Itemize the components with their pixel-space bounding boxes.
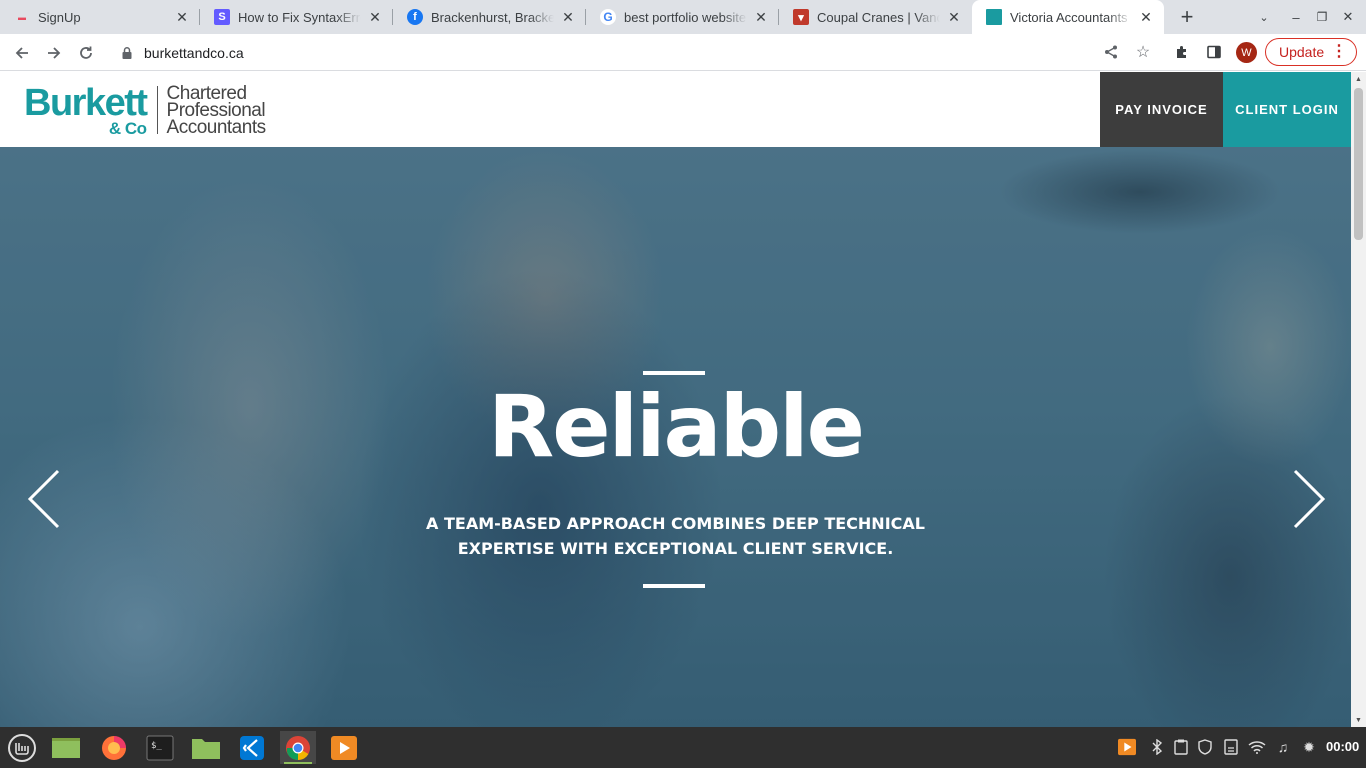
tab-signup[interactable]: ▬ SignUp ✕ (0, 0, 200, 34)
side-panel-icon[interactable] (1204, 42, 1224, 62)
reload-icon[interactable] (74, 41, 98, 65)
logo-tagline: Chartered Professional Accountants (166, 82, 267, 138)
bookmark-star-icon[interactable]: ☆ (1133, 42, 1153, 62)
hero-subtitle: A TEAM-BASED APPROACH COMBINES DEEP TECH… (400, 511, 951, 561)
active-app-indicator (284, 762, 312, 764)
update-button[interactable]: Update ⋮ (1265, 38, 1357, 66)
terminal-icon[interactable]: $_ (142, 731, 178, 764)
facebook-favicon-icon: f (407, 9, 423, 25)
sound-icon[interactable]: ♫ (1274, 738, 1292, 756)
back-arrow-icon[interactable] (10, 41, 34, 65)
media-player-icon[interactable] (326, 731, 362, 764)
scrollbar-thumb[interactable] (1354, 88, 1363, 240)
tab-title: SignUp (38, 9, 81, 25)
tab-title: best portfolio website (624, 9, 747, 25)
hero-subtitle-line: A TEAM-BASED APPROACH COMBINES DEEP TECH… (426, 514, 925, 533)
profile-avatar[interactable]: W (1236, 42, 1257, 63)
hero-title: Reliable (488, 377, 865, 477)
window-close-icon[interactable]: ✕ (1339, 8, 1357, 26)
share-icon[interactable] (1101, 42, 1121, 62)
tab-syntaxerror[interactable]: S How to Fix SyntaxError ✕ (200, 0, 393, 34)
close-icon[interactable]: ✕ (367, 9, 383, 25)
slider-next-arrow-icon[interactable] (1289, 467, 1329, 531)
os-taskbar: $_ ♫ ✹ 00:00 (0, 727, 1366, 768)
close-icon[interactable]: ✕ (1138, 9, 1154, 25)
minimize-icon[interactable]: – (1287, 8, 1305, 26)
site-header: Burkett & Co Chartered Professional Acco… (0, 72, 1351, 147)
clipboard-icon[interactable] (1172, 738, 1190, 756)
close-icon[interactable]: ✕ (753, 9, 769, 25)
page-viewport: Burkett & Co Chartered Professional Acco… (0, 72, 1351, 727)
coupal-favicon-icon: ▾ (793, 9, 809, 25)
stripe-s-favicon-icon: S (214, 9, 230, 25)
scroll-up-arrow-icon[interactable]: ▲ (1351, 72, 1366, 86)
tab-title: Coupal Cranes | Vanc (817, 9, 940, 25)
tab-brackenhurst[interactable]: f Brackenhurst, Bracken ✕ (393, 0, 586, 34)
notes-icon[interactable] (1222, 738, 1240, 756)
vscode-icon[interactable] (234, 731, 270, 764)
brightness-icon[interactable]: ✹ (1300, 738, 1318, 756)
hero-top-rule (643, 371, 705, 375)
extensions-puzzle-icon[interactable] (1172, 42, 1192, 62)
slider-prev-arrow-icon[interactable] (24, 467, 64, 531)
files-icon[interactable] (48, 731, 84, 764)
chrome-icon[interactable] (280, 731, 316, 764)
burkett-logo[interactable]: Burkett & Co Chartered Professional Acco… (24, 81, 267, 138)
hero-slider: Reliable A TEAM-BASED APPROACH COMBINES … (0, 147, 1351, 727)
tab-search-chevron-icon[interactable]: ⌄ (1255, 8, 1273, 26)
logo-tagline-line: Accountants (166, 116, 267, 138)
tray-media-icon[interactable] (1118, 738, 1136, 756)
close-icon[interactable]: ✕ (946, 9, 962, 25)
restore-icon[interactable]: ❐ (1313, 8, 1331, 26)
close-icon[interactable]: ✕ (174, 9, 190, 25)
bluetooth-icon[interactable] (1148, 738, 1166, 756)
tab-victoria-accountants[interactable]: Victoria Accountants | ✕ (972, 0, 1164, 34)
logo-wordmark: Burkett & Co (24, 81, 148, 137)
update-label: Update (1279, 44, 1325, 60)
burkett-favicon-icon (986, 9, 1002, 25)
logo-tagline-line: Chartered (166, 82, 248, 104)
forward-arrow-icon[interactable] (42, 41, 66, 65)
tab-portfolio[interactable]: G best portfolio website ✕ (586, 0, 779, 34)
signup-favicon-icon: ▬ (18, 12, 26, 22)
new-tab-icon[interactable]: + (1175, 4, 1199, 29)
url-text: burkettandco.ca (144, 44, 244, 61)
lock-icon (122, 46, 132, 59)
close-icon[interactable]: ✕ (560, 9, 576, 25)
svg-text:$_: $_ (151, 741, 162, 751)
folder-icon[interactable] (188, 731, 224, 764)
google-favicon-icon: G (600, 9, 616, 25)
page-scrollbar[interactable]: ▲ ▼ (1351, 72, 1366, 727)
address-bar[interactable]: burkettandco.ca (108, 38, 1158, 67)
client-login-button[interactable]: CLIENT LOGIN (1223, 72, 1351, 147)
logo-divider (156, 86, 158, 134)
tab-coupal-cranes[interactable]: ▾ Coupal Cranes | Vanc ✕ (779, 0, 972, 34)
tab-title: How to Fix SyntaxError (238, 9, 361, 25)
logo-tagline-line: Professional (166, 99, 266, 121)
pay-invoice-button[interactable]: PAY INVOICE (1100, 72, 1223, 147)
kebab-menu-icon[interactable]: ⋮ (1331, 44, 1347, 60)
taskbar-clock[interactable]: 00:00 (1326, 739, 1359, 754)
tab-strip: ▬ SignUp ✕ S How to Fix SyntaxError ✕ f … (0, 0, 1366, 34)
shield-icon[interactable] (1196, 738, 1214, 756)
tab-title: Victoria Accountants | (1010, 9, 1132, 25)
hero-bottom-rule (643, 584, 705, 588)
mint-menu-icon[interactable] (4, 731, 40, 764)
browser-toolbar: burkettandco.ca ☆ W Update ⋮ (0, 34, 1366, 71)
hero-subtitle-line: EXPERTISE WITH EXCEPTIONAL CLIENT SERVIC… (457, 539, 894, 558)
wifi-icon[interactable] (1248, 738, 1266, 756)
logo-brand-main: Burkett (24, 81, 148, 124)
tab-title: Brackenhurst, Bracken (431, 9, 554, 25)
firefox-icon[interactable] (96, 731, 132, 764)
scroll-down-arrow-icon[interactable]: ▼ (1351, 713, 1366, 727)
